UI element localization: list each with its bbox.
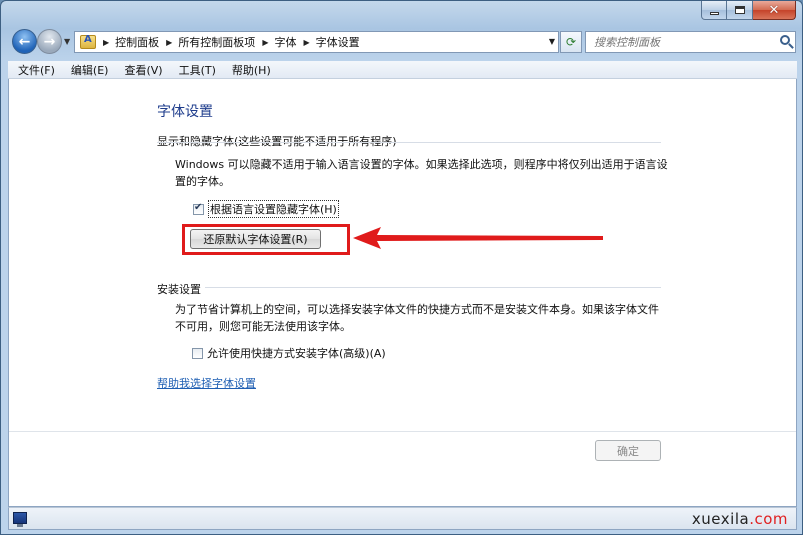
breadcrumb-separator-icon[interactable]: ▶ [262,38,268,47]
breadcrumb-separator-icon[interactable]: ▶ [303,38,309,47]
fonts-folder-icon [80,34,96,49]
hide-fonts-checkbox[interactable] [193,202,204,215]
content-pane: 字体设置 显示和隐藏字体(这些设置可能不适用于所有程序) Windows 可以隐… [8,79,797,507]
section-divider [157,142,661,143]
menu-tools[interactable]: 工具(T) [171,62,224,78]
address-bar[interactable]: ▶ 控制面板 ▶ 所有控制面板项 ▶ 字体 ▶ 字体设置 ▼ [74,31,559,53]
footer-divider [9,431,796,432]
section-description-show-hide: Windows 可以隐藏不适用于输入语言设置的字体。如果选择此选项，则程序中将仅… [175,158,668,188]
address-dropdown-icon[interactable]: ▼ [549,37,555,46]
breadcrumb-all-items[interactable]: 所有控制面板项 [178,34,255,50]
caption-buttons: ✕ [701,1,796,20]
navigation-bar: ← → ▼ ▶ 控制面板 ▶ 所有控制面板项 ▶ 字体 ▶ 字体设置 ▼ ⟳ [10,28,796,56]
help-choose-font-settings-link[interactable]: 帮助我选择字体设置 [157,375,256,391]
status-bar: xuexila.com [8,507,797,530]
minimize-button[interactable] [701,1,727,20]
menu-bar: 文件(F) 编辑(E) 查看(V) 工具(T) 帮助(H) [8,61,797,79]
hide-fonts-checkbox-row[interactable]: 根据语言设置隐藏字体(H) [193,200,339,218]
menu-help[interactable]: 帮助(H) [224,62,279,78]
minimize-icon [709,11,719,15]
close-button[interactable]: ✕ [753,1,796,20]
menu-view[interactable]: 查看(V) [116,62,170,78]
computer-icon [13,512,27,527]
shortcut-install-checkbox-label[interactable]: 允许使用快捷方式安装字体(高级)(A) [207,345,386,361]
shortcut-install-checkbox-row[interactable]: 允许使用快捷方式安装字体(高级)(A) [192,345,386,361]
refresh-button[interactable]: ⟳ [560,31,582,53]
back-arrow-icon: ← [18,33,31,50]
restore-default-font-settings-button[interactable]: 还原默认字体设置(R) [190,229,321,249]
watermark-logo: xuexila.com [692,510,788,528]
section-divider [205,287,661,288]
section-heading-show-hide: 显示和隐藏字体(这些设置可能不适用于所有程序) [157,135,397,148]
annotation-arrow-icon [353,227,603,249]
section-description-install: 为了节省计算机上的空间，可以选择安装字体文件的快捷方式而不是安装文件本身。如果该… [175,303,659,333]
page-title: 字体设置 [157,104,213,120]
close-icon: ✕ [768,2,780,18]
control-panel-window: ✕ ← → ▼ ▶ 控制面板 ▶ 所有控制面板项 ▶ 字体 ▶ 字体设置 ▼ ⟳… [0,0,803,535]
menu-file[interactable]: 文件(F) [10,62,63,78]
maximize-icon [734,6,745,14]
section-heading-install: 安装设置 [157,283,201,296]
watermark-text: xuexila [691,510,750,528]
breadcrumb-separator-icon[interactable]: ▶ [166,38,172,47]
maximize-button[interactable] [727,1,753,20]
hide-fonts-checkbox-label[interactable]: 根据语言设置隐藏字体(H) [208,200,339,218]
recent-pages-dropdown-icon[interactable]: ▼ [64,37,70,46]
breadcrumb-font-settings[interactable]: 字体设置 [316,34,360,50]
breadcrumb-fonts[interactable]: 字体 [274,34,296,50]
refresh-icon: ⟳ [565,35,577,49]
search-input[interactable] [586,35,771,49]
breadcrumb-separator-icon[interactable]: ▶ [103,38,109,47]
menu-edit[interactable]: 编辑(E) [63,62,117,78]
back-button[interactable]: ← [12,29,37,54]
shortcut-install-checkbox[interactable] [192,347,203,359]
search-icon[interactable] [780,35,790,45]
forward-button[interactable]: → [37,29,62,54]
breadcrumb-control-panel[interactable]: 控制面板 [115,34,159,50]
watermark-domain: .com [749,510,788,528]
forward-arrow-icon: → [43,33,56,50]
ok-button: 确定 [595,440,661,461]
search-box[interactable] [585,31,796,53]
